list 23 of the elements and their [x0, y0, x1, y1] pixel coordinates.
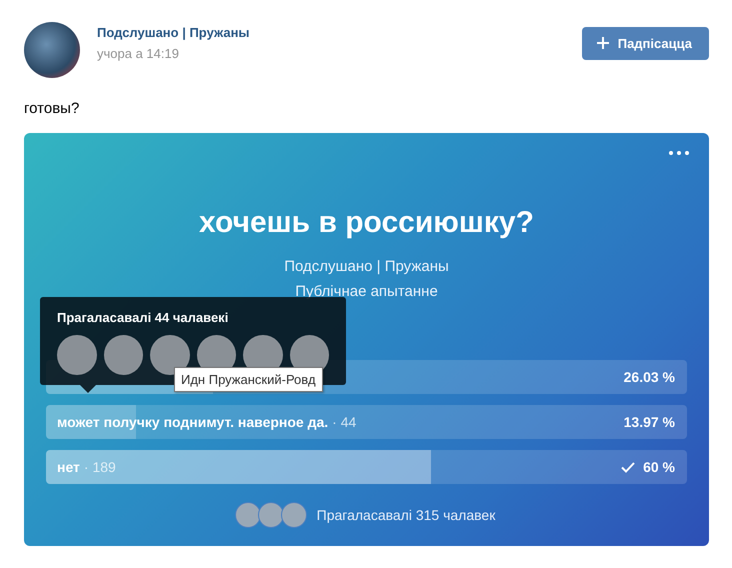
option-count: · 44 [332, 414, 356, 430]
user-tooltip: Идн Пружанский-Ровд [174, 367, 323, 392]
poll-type: Публічнае апытанне [295, 283, 438, 300]
poll-option[interactable]: может получку поднимут. наверное да. · 44 13.97 % [46, 405, 687, 439]
option-percent: 13.97 % [624, 414, 675, 430]
post-text: готовы? [24, 100, 80, 119]
voters-count[interactable]: Прагаласавалі 315 чалавек [316, 507, 496, 523]
poll-author[interactable]: Подслушано | Пружаны [284, 258, 449, 275]
option-count: · 189 [84, 459, 116, 475]
plus-icon [596, 36, 610, 50]
poll-title: хочешь в россиюшку? [199, 206, 534, 240]
voter-avatar[interactable] [150, 335, 190, 375]
author-name[interactable]: Подслушано | Пружаны [97, 25, 582, 40]
poll-option[interactable]: нет · 189 60 % [46, 450, 687, 484]
subscribe-button[interactable]: Падпісацца [582, 26, 709, 60]
option-label: может получку поднимут. наверное да. [57, 414, 328, 430]
popup-title: Прагаласавалі 44 чалавекі [57, 310, 230, 325]
check-icon [621, 462, 636, 472]
option-percent: 26.03 % [624, 369, 675, 385]
option-percent: 60 % [643, 459, 675, 475]
option-label: нет [57, 459, 80, 475]
more-icon[interactable] [669, 151, 689, 155]
post-time[interactable]: учора а 14:19 [97, 46, 582, 61]
